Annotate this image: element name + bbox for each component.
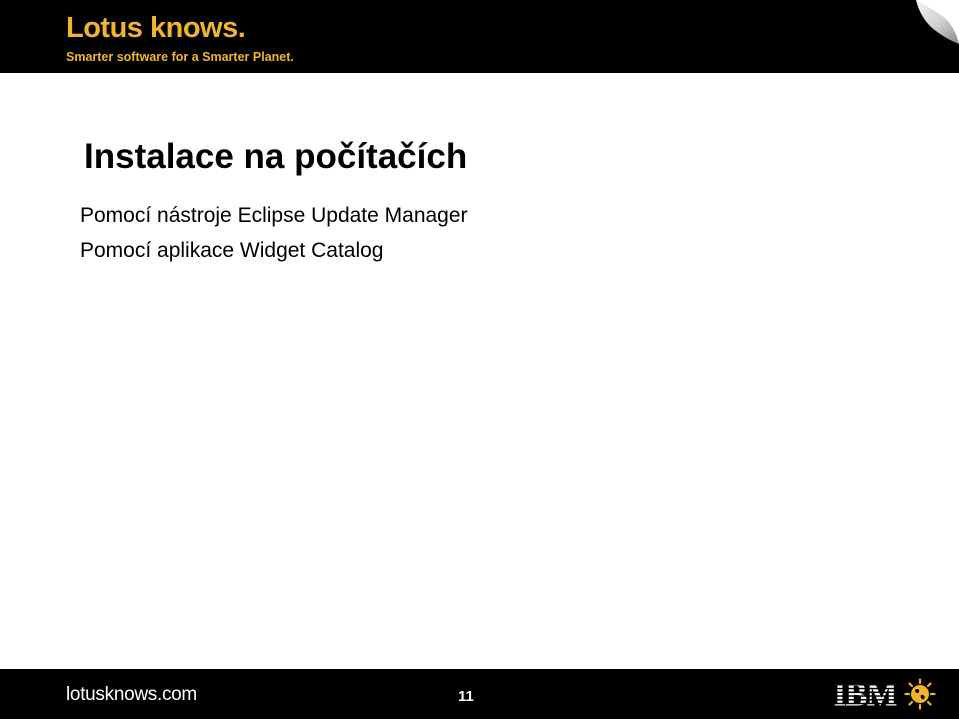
page-curl-icon <box>916 0 959 44</box>
lotus-knows-logo: Lotus knows. <box>66 12 246 44</box>
page-number: 11 <box>458 688 474 705</box>
bullet-list: Pomocí nástroje Eclipse Update Manager P… <box>80 198 468 268</box>
svg-text:IBM: IBM <box>834 678 898 708</box>
footer-bar: lotusknows.com 11 IBM <box>0 669 959 719</box>
brand-tagline: Smarter software for a Smarter Planet. <box>66 50 294 64</box>
footer-url: lotusknows.com <box>66 684 197 705</box>
header-bar: Lotus knows. Smarter software for a Smar… <box>0 0 959 73</box>
ibm-logo-icon: IBM <box>834 678 899 708</box>
slide-title: Instalace na počítačích <box>84 137 468 176</box>
bullet-item: Pomocí nástroje Eclipse Update Manager <box>80 204 468 227</box>
smarter-planet-icon <box>904 678 936 710</box>
bullet-item: Pomocí aplikace Widget Catalog <box>80 239 384 262</box>
